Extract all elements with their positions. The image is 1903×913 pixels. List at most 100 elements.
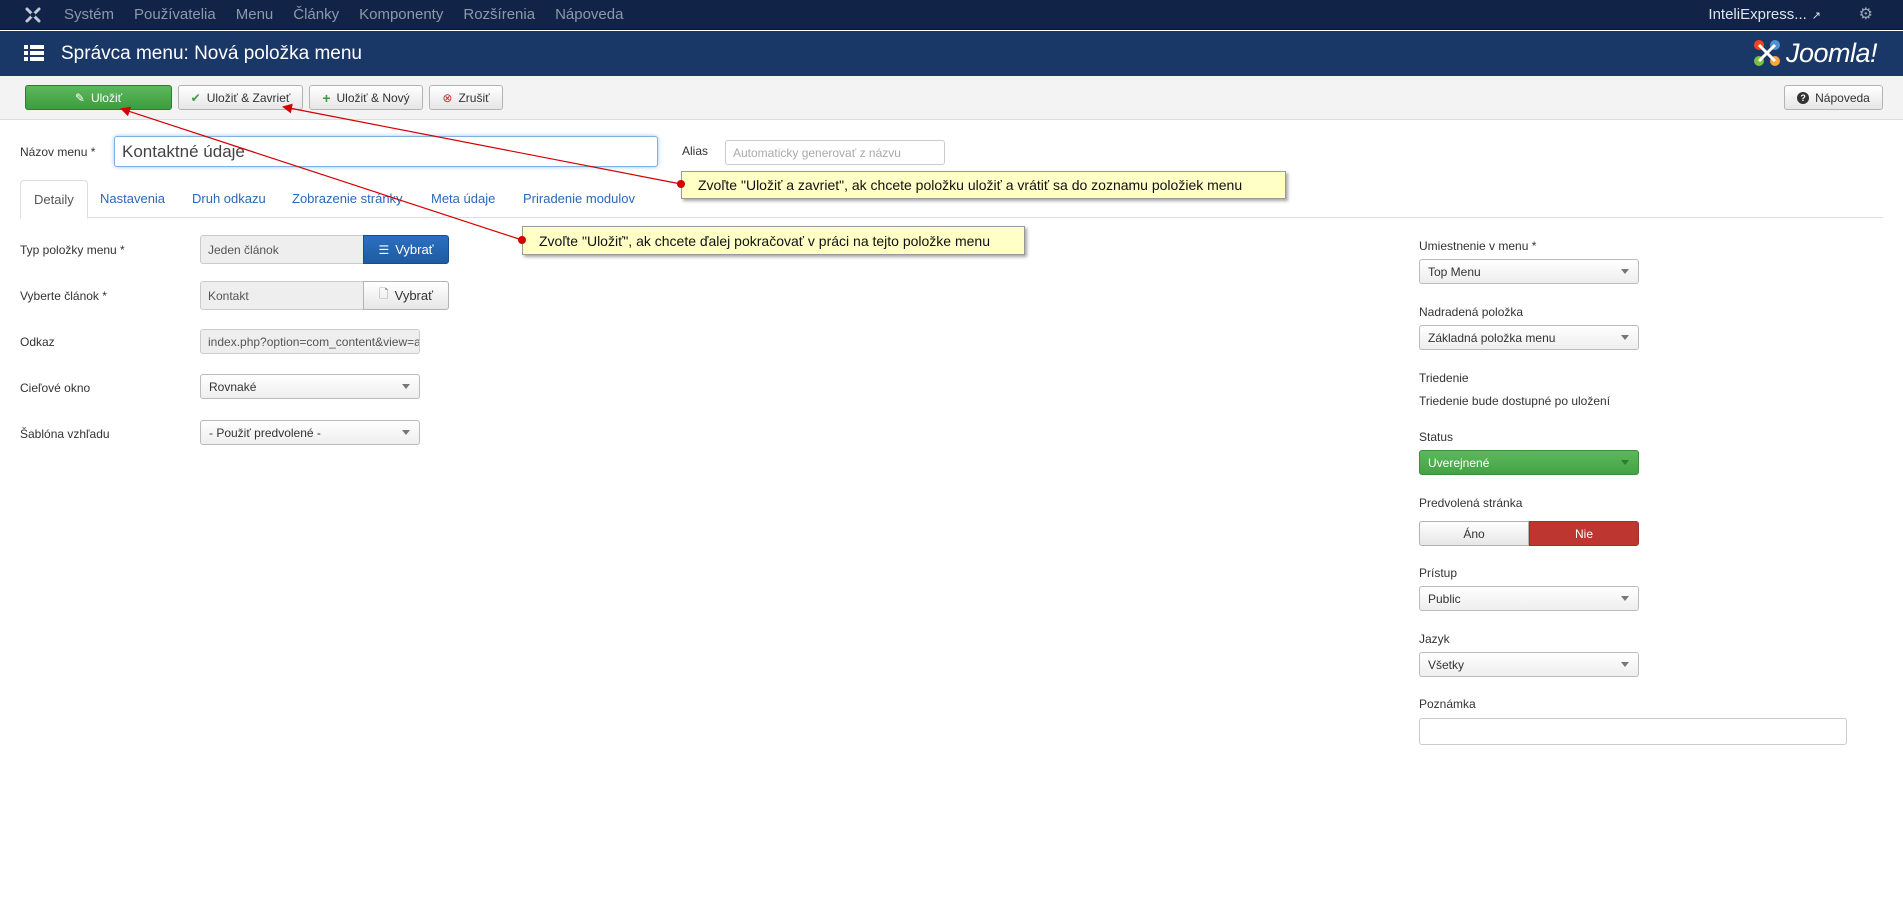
title-input[interactable]: Kontaktné údaje: [114, 136, 658, 167]
tab-link-type[interactable]: Druh odkazu: [179, 180, 279, 218]
parent-item-label: Nadradená položka: [1419, 305, 1524, 319]
save-close-callout: Zvoľte "Uložiť a zavriet", ak chcete pol…: [681, 171, 1286, 199]
help-button-label: Nápoveda: [1815, 90, 1870, 105]
joomla-logo-icon: [1753, 40, 1780, 66]
select-type-button-label: Vybrať: [395, 242, 434, 257]
top-navigation-bar: Systém Používatelia Menu Články Komponen…: [0, 0, 1903, 30]
default-page-toggle: Áno Nie: [1419, 521, 1639, 546]
chevron-down-icon: [402, 384, 410, 389]
status-label: Status: [1419, 430, 1454, 444]
select-type-button[interactable]: ☰ Vybrať: [363, 235, 449, 264]
save-close-button[interactable]: ✔ Uložiť & Zavrieť: [178, 85, 303, 110]
joomla-icon[interactable]: [24, 6, 42, 24]
menu-item-type-field: Jeden článok: [200, 235, 364, 264]
list-icon: [24, 45, 44, 61]
article-field: Kontakt: [200, 281, 364, 310]
link-field: index.php?option=com_content&view=articl…: [200, 329, 420, 354]
template-style-label: Šablóna vzhľadu: [20, 427, 110, 441]
access-value: Public: [1428, 591, 1461, 606]
language-select[interactable]: Všetky: [1419, 652, 1639, 677]
menu-item-content[interactable]: Články: [293, 0, 339, 30]
menu-item-users[interactable]: Používatelia: [134, 0, 216, 30]
target-window-label: Cieľové okno: [20, 381, 91, 395]
edit-icon: ✎: [74, 90, 85, 105]
save-button[interactable]: ✎ Uložiť: [25, 85, 172, 110]
site-link[interactable]: InteliExpress... ↗: [1708, 0, 1821, 31]
tab-details[interactable]: Detaily: [20, 180, 88, 219]
select-article-button-label: Vybrať: [394, 288, 433, 303]
arrow-to-save: [120, 106, 523, 241]
parent-item-value: Základná položka menu: [1428, 330, 1556, 345]
brand-text: Joomla!: [1785, 37, 1878, 68]
save-new-button-label: Uložiť & Nový: [336, 90, 410, 105]
alias-input[interactable]: Automaticky generovať z názvu: [725, 140, 945, 165]
menu-item-extensions[interactable]: Rozšírenia: [463, 0, 535, 30]
toolbar: ✎ Uložiť ✔ Uložiť & Zavrieť + Uložiť & N…: [0, 76, 1903, 120]
save-close-button-label: Uložiť & Zavrieť: [206, 90, 291, 105]
file-icon: 🗋: [378, 287, 389, 301]
menu-item-components[interactable]: Komponenty: [359, 0, 443, 30]
menu-item-system[interactable]: Systém: [64, 0, 114, 30]
target-window-select[interactable]: Rovnaké: [200, 374, 420, 399]
status-select[interactable]: Uverejnené: [1419, 450, 1639, 475]
access-select[interactable]: Public: [1419, 586, 1639, 611]
link-label: Odkaz: [20, 335, 55, 349]
callout-anchor-dot: [518, 236, 526, 244]
external-link-icon: ↗: [1811, 10, 1821, 22]
menu-location-select[interactable]: Top Menu: [1419, 259, 1639, 284]
ordering-note: Triedenie bude dostupné po uložení: [1419, 394, 1611, 408]
default-page-label: Predvolená stránka: [1419, 496, 1523, 510]
cancel-button-label: Zrušiť: [458, 90, 490, 105]
default-page-yes[interactable]: Áno: [1419, 521, 1529, 546]
language-value: Všetky: [1428, 657, 1465, 672]
select-article-button[interactable]: 🗋 Vybrať: [363, 281, 449, 310]
plus-icon: +: [322, 89, 331, 106]
tab-page-display[interactable]: Zobrazenie stránky: [279, 180, 416, 218]
chevron-down-icon: [402, 430, 410, 435]
chevron-down-icon: [1621, 460, 1629, 465]
cancel-circle-icon: ⊗: [442, 90, 453, 105]
tab-options[interactable]: Nastavenia: [87, 180, 178, 218]
language-label: Jazyk: [1419, 632, 1450, 646]
save-new-button[interactable]: + Uložiť & Nový: [309, 85, 423, 110]
menu-item-help[interactable]: Nápoveda: [555, 0, 623, 30]
list-icon: ☰: [378, 242, 390, 257]
default-page-no[interactable]: Nie: [1529, 521, 1639, 546]
save-callout-text: Zvoľte "Uložiť", ak chcete ďalej pokračo…: [539, 232, 991, 249]
menu-item-menus[interactable]: Menu: [236, 0, 274, 30]
menu-location-label: Umiestnenie v menu *: [1419, 239, 1537, 253]
save-callout: Zvoľte "Uložiť", ak chcete ďalej pokračo…: [522, 226, 1025, 255]
gear-icon[interactable]: ⚙: [1859, 6, 1873, 24]
chevron-down-icon: [1621, 269, 1629, 274]
article-label: Vyberte článok *: [20, 289, 107, 303]
chevron-down-icon: [1621, 335, 1629, 340]
chevron-down-icon: [1621, 662, 1629, 667]
tab-metadata[interactable]: Meta údaje: [418, 180, 508, 218]
save-button-label: Uložiť: [90, 90, 123, 105]
page-header: Správca menu: Nová položka menu Joomla!: [0, 31, 1903, 76]
note-label: Poznámka: [1419, 697, 1476, 711]
joomla-brand-logo: Joomla!: [1751, 35, 1878, 71]
parent-item-select[interactable]: Základná položka menu: [1419, 325, 1639, 350]
access-label: Prístup: [1419, 566, 1458, 580]
save-close-callout-text: Zvoľte "Uložiť a zavriet", ak chcete pol…: [698, 177, 1243, 193]
help-button[interactable]: ? Nápoveda: [1784, 85, 1883, 110]
tab-module-assignment[interactable]: Priradenie modulov: [510, 180, 648, 218]
site-name: InteliExpress...: [1708, 6, 1807, 23]
alias-label: Alias: [682, 144, 709, 158]
menu-location-value: Top Menu: [1428, 264, 1481, 279]
system-menu: Systém Používatelia Menu Články Komponen…: [64, 0, 643, 30]
check-icon: ✔: [190, 90, 201, 105]
chevron-down-icon: [1621, 596, 1629, 601]
menu-item-type-label: Typ položky menu *: [20, 243, 125, 257]
title-label: Názov menu *: [20, 145, 96, 159]
template-style-select[interactable]: - Použiť predvolené -: [200, 420, 420, 445]
page-title: Správca menu: Nová položka menu: [61, 43, 362, 64]
target-window-value: Rovnaké: [209, 379, 257, 394]
template-style-value: - Použiť predvolené -: [209, 425, 321, 440]
cancel-button[interactable]: ⊗ Zrušiť: [429, 85, 503, 110]
status-value: Uverejnené: [1428, 455, 1490, 470]
callout-anchor-dot: [677, 180, 685, 188]
ordering-label: Triedenie: [1419, 371, 1469, 385]
note-input[interactable]: [1419, 718, 1847, 745]
